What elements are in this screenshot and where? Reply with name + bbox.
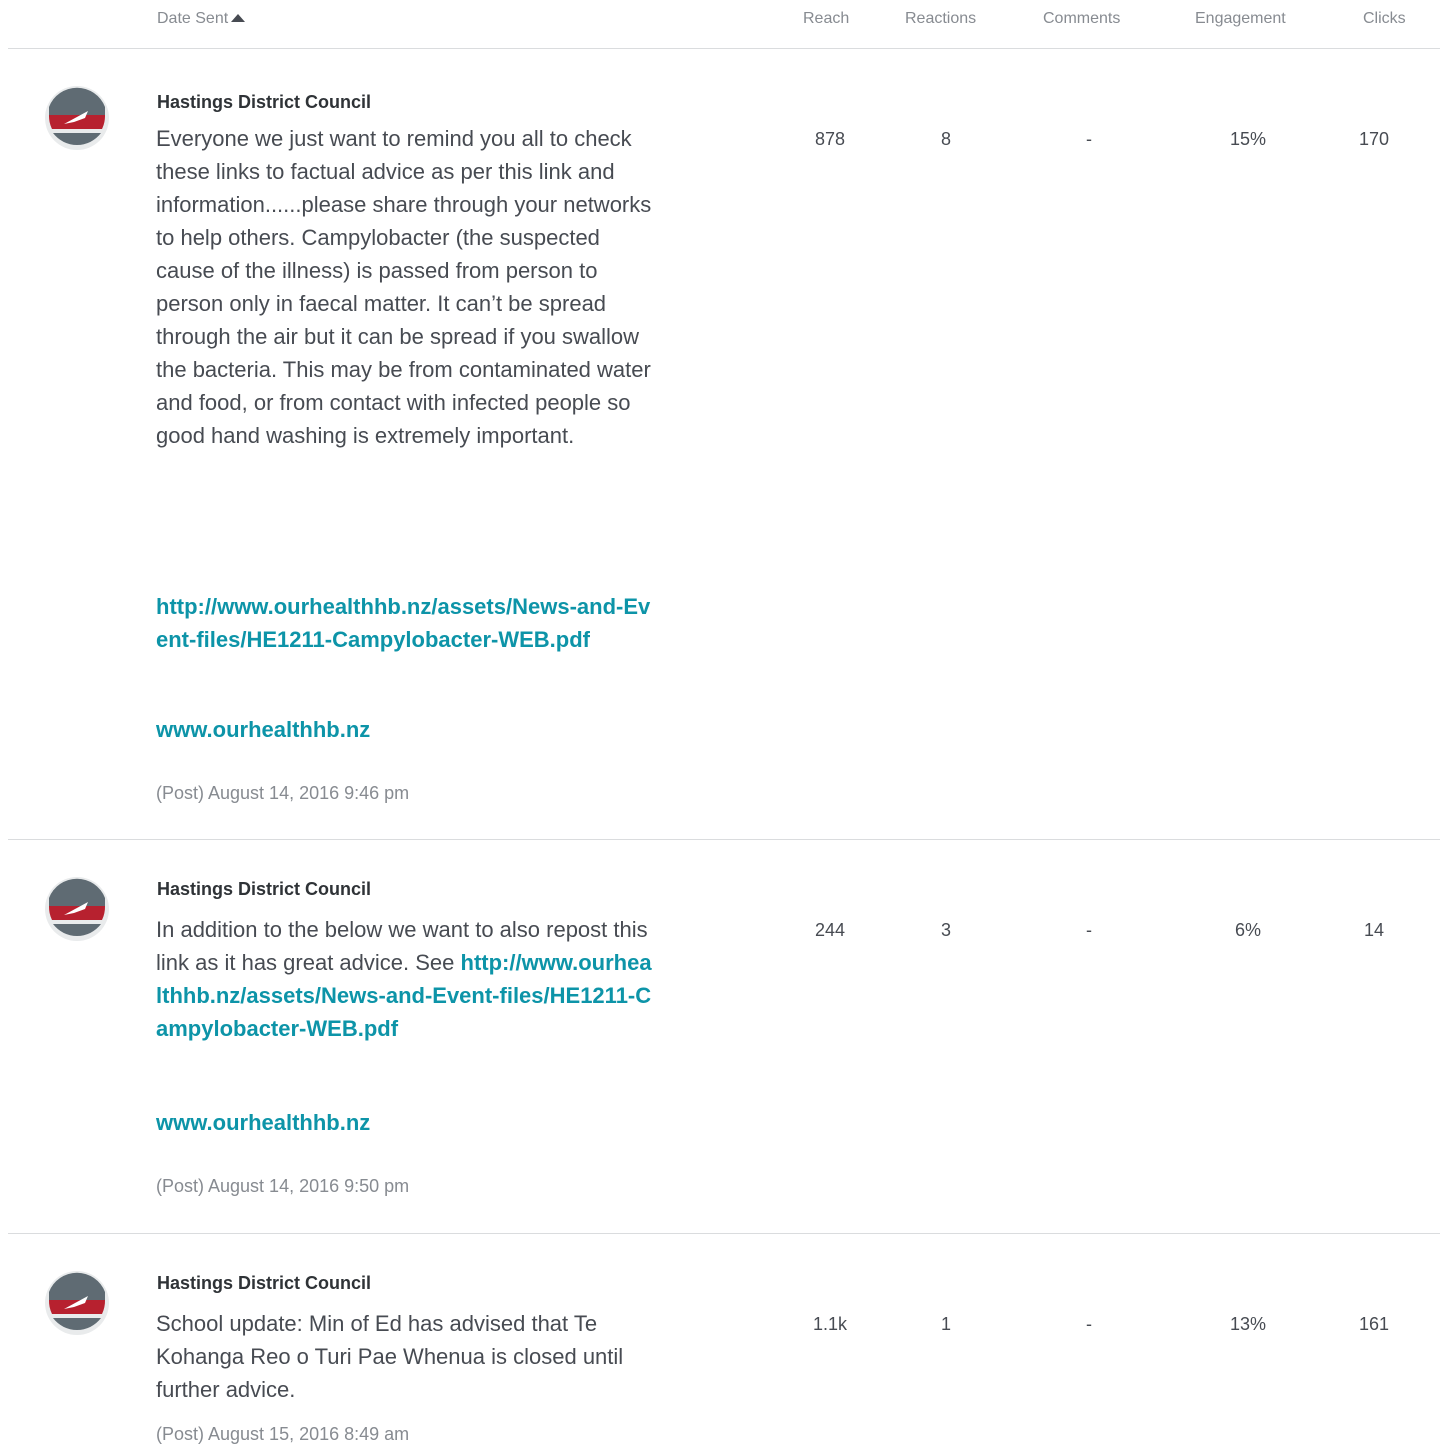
post-body: School update: Min of Ed has advised tha… [156, 1311, 624, 1402]
reach-value: 1.1k [812, 1314, 848, 1334]
clicks-value: 170 [1358, 129, 1390, 149]
column-clicks[interactable]: Clicks [1363, 9, 1406, 29]
table-row: Hastings District Council Everyone we ju… [8, 49, 1440, 840]
table-row: Hastings District Council In addition to… [8, 840, 1440, 1234]
post-link-pdf[interactable]: http://www.ourhealthhb.nz/assets/News-an… [156, 590, 656, 656]
column-reach[interactable]: Reach [803, 9, 849, 29]
sort-ascending-icon [231, 14, 246, 22]
clicks-value: 14 [1363, 920, 1385, 940]
engagement-value: 6% [1234, 920, 1262, 940]
column-engagement[interactable]: Engagement [1195, 9, 1286, 29]
reach-value: 244 [814, 920, 846, 940]
reactions-value: 8 [940, 129, 952, 149]
column-date-sent-label: Date Sent [157, 10, 229, 27]
clicks-value: 161 [1358, 1314, 1390, 1334]
engagement-value: 15% [1229, 129, 1267, 149]
reach-value: 878 [814, 129, 846, 149]
column-reactions[interactable]: Reactions [905, 9, 976, 29]
post-date: (Post) August 14, 2016 9:46 pm [156, 783, 410, 803]
council-logo-avatar[interactable] [44, 876, 110, 942]
post-author: Hastings District Council [157, 879, 372, 899]
reactions-value: 3 [940, 920, 952, 940]
post-link-site[interactable]: www.ourhealthhb.nz [156, 1106, 656, 1139]
engagement-value: 13% [1229, 1314, 1267, 1334]
post-body: Everyone we just want to remind you all … [156, 126, 652, 448]
comments-value: - [1086, 1314, 1092, 1334]
council-logo-avatar[interactable] [44, 1270, 110, 1336]
comments-value: - [1086, 129, 1092, 149]
council-logo-avatar[interactable] [44, 85, 110, 151]
column-comments[interactable]: Comments [1043, 9, 1120, 29]
post-date: (Post) August 15, 2016 8:49 am [156, 1424, 410, 1444]
post-author: Hastings District Council [157, 92, 372, 112]
column-date-sent[interactable]: Date Sent [157, 9, 246, 29]
reactions-value: 1 [940, 1314, 952, 1334]
comments-value: - [1086, 920, 1092, 940]
post-link-site[interactable]: www.ourhealthhb.nz [156, 713, 656, 746]
post-body: In addition to the below we want to also… [156, 913, 656, 1045]
table-header: Date Sent Reach Reactions Comments Engag… [8, 0, 1440, 49]
post-date: (Post) August 14, 2016 9:50 pm [156, 1176, 410, 1196]
post-author: Hastings District Council [157, 1273, 372, 1293]
table-row: Hastings District Council School update:… [8, 1234, 1440, 1448]
